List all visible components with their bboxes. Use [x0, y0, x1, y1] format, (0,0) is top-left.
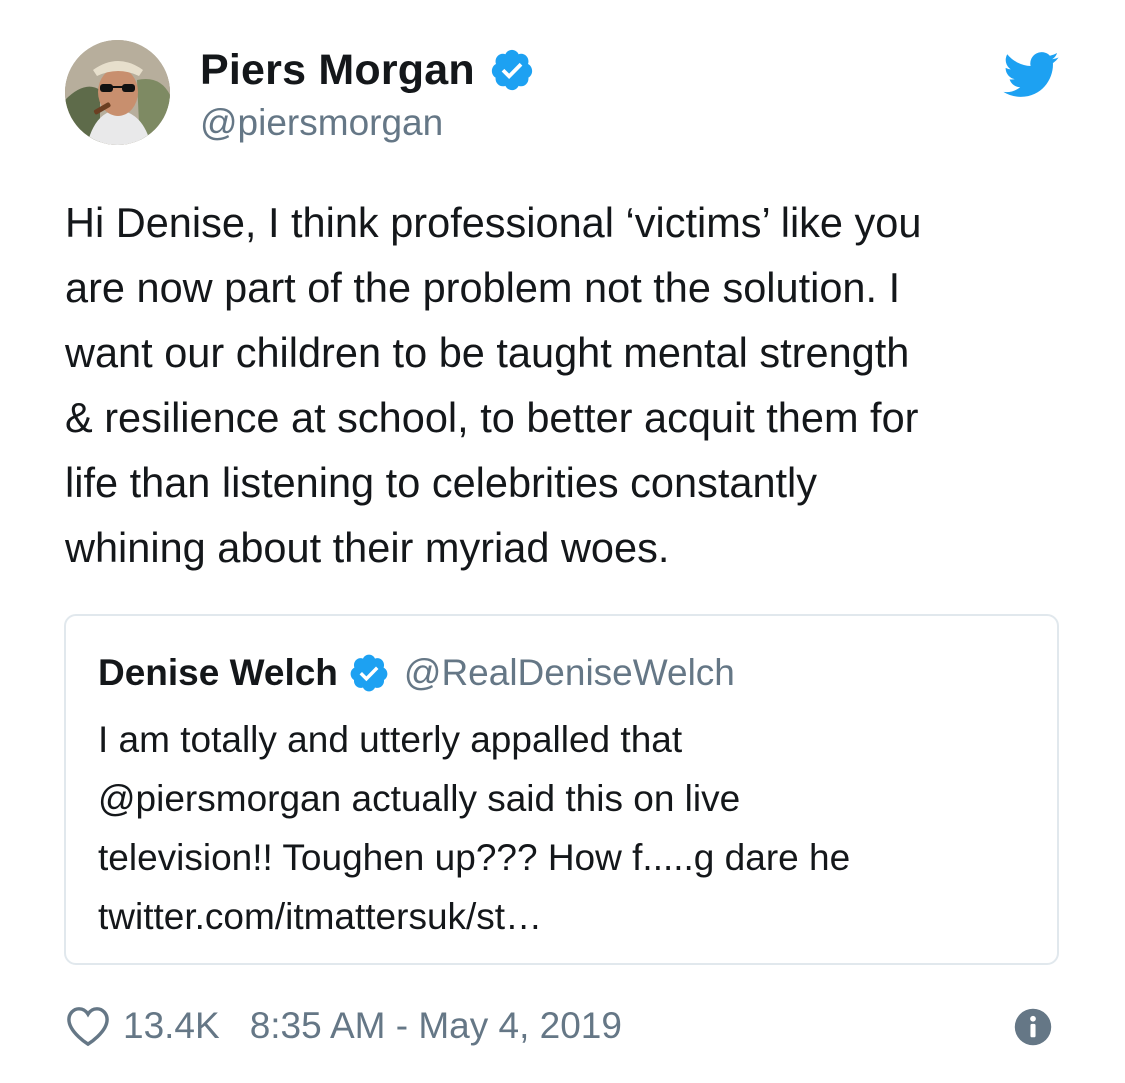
- quoted-tweet-text: I am totally and utterly appalled that @…: [98, 719, 851, 937]
- tweet-footer: 13.4K 8:35 AM - May 4, 2019: [65, 1000, 622, 1052]
- like-count[interactable]: 13.4K: [123, 1005, 220, 1047]
- author-handle[interactable]: @piersmorgan: [200, 102, 535, 144]
- verified-badge-icon: [491, 49, 532, 91]
- tweet-author: Piers Morgan @piersmorgan: [200, 42, 535, 144]
- tweet-text: Hi Denise, I think professional ‘victims…: [65, 199, 922, 571]
- author-name-row: Piers Morgan: [200, 42, 535, 98]
- twitter-bird-icon[interactable]: [1003, 52, 1059, 98]
- heart-icon[interactable]: [65, 1005, 111, 1047]
- verified-badge-icon: [350, 654, 388, 692]
- quoted-tweet-header: Denise Welch @RealDeniseWelch: [98, 648, 735, 698]
- author-avatar[interactable]: [65, 40, 170, 145]
- tweet-card: Piers Morgan @piersmorgan Hi Denise, I t…: [0, 0, 1125, 1083]
- author-display-name[interactable]: Piers Morgan: [200, 46, 475, 95]
- info-icon[interactable]: [1014, 1008, 1052, 1046]
- tweet-timestamp[interactable]: 8:35 AM - May 4, 2019: [250, 1005, 622, 1047]
- quoted-author-handle: @RealDeniseWelch: [403, 652, 735, 693]
- quoted-author-display-name: Denise Welch: [98, 652, 338, 693]
- quoted-tweet[interactable]: Denise Welch @RealDeniseWelch I am total…: [64, 614, 1059, 965]
